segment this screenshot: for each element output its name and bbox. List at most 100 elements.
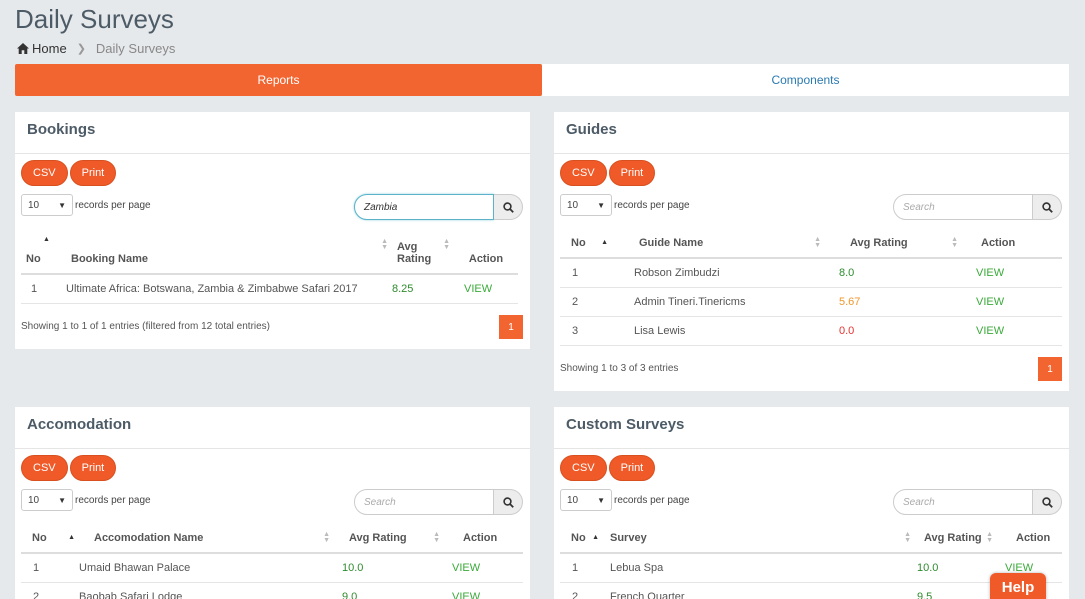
sort-icon: ▲ ▼: [323, 531, 330, 544]
search-button[interactable]: [1033, 194, 1062, 220]
search-box: Zambia: [354, 194, 523, 220]
per-page-value: 10: [28, 494, 40, 506]
csv-button[interactable]: CSV: [21, 455, 68, 481]
accomodation-title: Accomodation: [15, 407, 530, 449]
bookings-panel: Bookings CSV Print 10 ▼ records per page …: [15, 112, 530, 349]
custom-surveys-panel: Custom Surveys CSV Print 10 ▼ records per…: [554, 407, 1069, 599]
view-link[interactable]: VIEW: [962, 287, 1062, 317]
col-action: Action: [962, 232, 1062, 259]
col-no[interactable]: No ▲: [21, 527, 79, 554]
search-icon: [502, 496, 514, 508]
col-action-label: Action: [981, 237, 1016, 249]
print-button[interactable]: Print: [69, 455, 117, 481]
help-button[interactable]: Help: [990, 573, 1046, 599]
col-rating[interactable]: Avg Rating ▲ ▼: [392, 232, 454, 275]
row-no: 3: [560, 316, 612, 346]
col-no-label: No: [26, 253, 41, 265]
view-link[interactable]: VIEW: [962, 258, 1062, 288]
breadcrumb-home-link[interactable]: Home: [17, 41, 67, 56]
table-row: 1 Lebua Spa 10.0 VIEW: [560, 553, 1062, 583]
col-rating[interactable]: Avg Rating ▲ ▼: [825, 232, 962, 259]
custom-surveys-title: Custom Surveys: [554, 407, 1069, 449]
row-name: Umaid Bhawan Palace: [79, 553, 334, 583]
col-action-label: Action: [1016, 532, 1051, 544]
col-name-label: Accomodation Name: [94, 532, 204, 544]
row-rating: 9.0: [334, 582, 444, 599]
col-no[interactable]: No ▲: [560, 527, 605, 554]
records-per-page: 10 ▼ records per page: [560, 194, 690, 216]
table-info: Showing 1 to 3 of 3 entries: [560, 363, 679, 374]
col-rating-label: Avg Rating: [397, 241, 432, 265]
search-input[interactable]: Search: [354, 489, 494, 515]
row-name: Robson Zimbudzi: [612, 258, 825, 288]
search-button[interactable]: [494, 489, 523, 515]
col-name[interactable]: Survey ▲ ▼: [605, 527, 915, 554]
table-row: 2 Baobab Safari Lodge 9.0 VIEW: [21, 582, 523, 599]
caret-down-icon: ▼: [597, 495, 605, 505]
row-name: French Quarter: [605, 582, 915, 599]
csv-button[interactable]: CSV: [560, 160, 607, 186]
breadcrumb: Home ❯ Daily Surveys: [17, 41, 175, 56]
view-link[interactable]: VIEW: [444, 582, 523, 599]
bookings-title: Bookings: [15, 112, 530, 154]
col-name-label: Survey: [610, 532, 647, 544]
sort-icon: ▲ ▼: [433, 531, 440, 544]
view-link[interactable]: VIEW: [454, 274, 518, 304]
per-page-value: 10: [28, 199, 40, 211]
csv-button[interactable]: CSV: [21, 160, 68, 186]
col-name[interactable]: Guide Name ▲ ▼: [612, 232, 825, 259]
col-no[interactable]: No ▲: [21, 232, 66, 275]
per-page-select[interactable]: 10 ▼: [21, 489, 73, 511]
col-no[interactable]: No ▲: [560, 232, 612, 259]
sort-asc-icon: ▲: [43, 236, 50, 243]
col-no-label: No: [571, 532, 586, 544]
tab-reports[interactable]: Reports: [15, 64, 542, 96]
row-rating: 8.0: [825, 258, 962, 288]
per-page-select[interactable]: 10 ▼: [560, 194, 612, 216]
per-page-select[interactable]: 10 ▼: [560, 489, 612, 511]
row-rating: 5.67: [825, 287, 962, 317]
records-per-page: 10 ▼ records per page: [21, 194, 151, 216]
view-link[interactable]: VIEW: [444, 553, 523, 583]
search-input[interactable]: Search: [893, 194, 1033, 220]
sort-icon: ▲ ▼: [381, 238, 388, 251]
sort-asc-icon: ▲: [592, 534, 599, 541]
records-label: records per page: [614, 199, 690, 211]
col-rating[interactable]: Avg Rating ▲ ▼: [334, 527, 444, 554]
page-button[interactable]: 1: [1038, 357, 1062, 381]
row-rating: 0.0: [825, 316, 962, 346]
search-button[interactable]: [1033, 489, 1062, 515]
page-title: Daily Surveys: [15, 4, 174, 34]
print-button[interactable]: Print: [608, 455, 656, 481]
col-rating-label: Avg Rating: [924, 532, 982, 544]
row-name: Baobab Safari Lodge: [79, 582, 334, 599]
col-rating-label: Avg Rating: [349, 532, 407, 544]
col-name[interactable]: Accomodation Name ▲ ▼: [79, 527, 334, 554]
print-button[interactable]: Print: [608, 160, 656, 186]
search-button[interactable]: [494, 194, 523, 220]
col-name[interactable]: Booking Name ▲ ▼: [66, 232, 392, 275]
sort-icon: ▲ ▼: [986, 531, 993, 544]
view-link[interactable]: VIEW: [962, 316, 1062, 346]
caret-down-icon: ▼: [58, 495, 66, 505]
search-input[interactable]: Search: [893, 489, 1033, 515]
print-button[interactable]: Print: [69, 160, 117, 186]
sort-icon: ▲ ▼: [951, 236, 958, 249]
row-no: 2: [560, 582, 605, 599]
home-icon: [17, 43, 29, 54]
records-label: records per page: [614, 494, 690, 506]
table-row: 1 Robson Zimbudzi 8.0 VIEW: [560, 258, 1062, 288]
row-name: Lisa Lewis: [612, 316, 825, 346]
tab-components[interactable]: Components: [542, 64, 1069, 96]
per-page-select[interactable]: 10 ▼: [21, 194, 73, 216]
breadcrumb-current: Daily Surveys: [95, 41, 176, 56]
search-input[interactable]: Zambia: [354, 194, 494, 220]
col-name-label: Booking Name: [71, 253, 149, 265]
guides-title: Guides: [554, 112, 1069, 154]
chevron-right-icon: ❯: [76, 43, 86, 55]
col-rating-label: Avg Rating: [850, 237, 908, 249]
col-rating[interactable]: Avg Rating ▲ ▼: [915, 527, 997, 554]
records-label: records per page: [75, 199, 151, 211]
page-button[interactable]: 1: [499, 315, 523, 339]
csv-button[interactable]: CSV: [560, 455, 607, 481]
